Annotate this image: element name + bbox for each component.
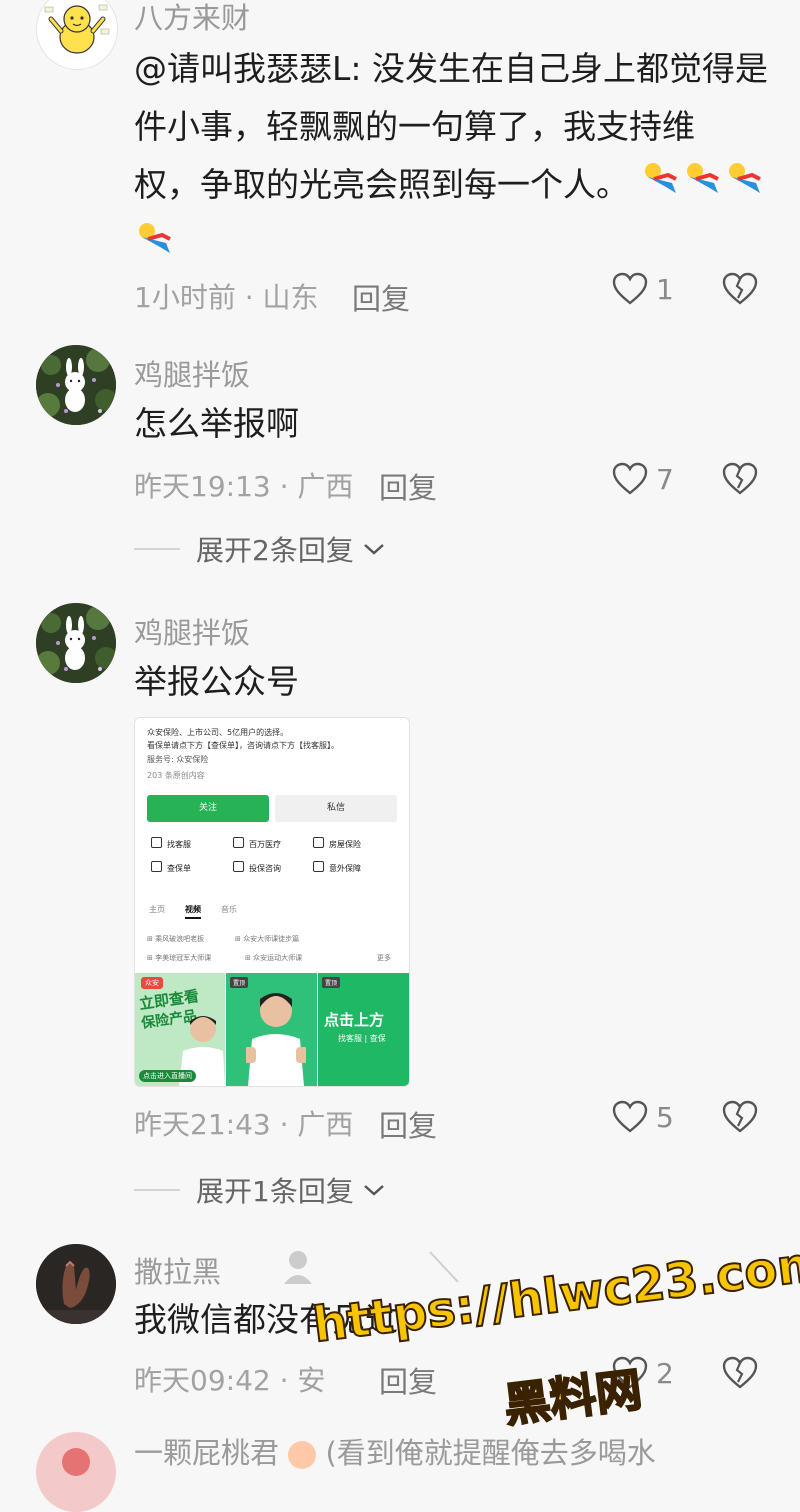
- comment-text-line: [134, 217, 774, 278]
- username[interactable]: 撒拉黑: [134, 1249, 221, 1291]
- comment-text-segment: 权，争取的光亮会照到每一个人。: [134, 165, 629, 204]
- like-count: 7: [656, 462, 674, 496]
- expand-replies-label: 展开2条回复: [196, 534, 354, 567]
- screenshot-articles: 203 条原创内容: [147, 771, 205, 780]
- username[interactable]: 鸡腿拌饭: [134, 352, 250, 394]
- username[interactable]: 一颗屁桃君 (看到俺就提醒俺去多喝水: [134, 1430, 656, 1472]
- expand-replies[interactable]: 展开1条回复: [134, 1170, 386, 1210]
- broken-heart-icon: [722, 1100, 758, 1133]
- attached-image[interactable]: 众安保险、上市公司、5亿用户的选择。 看保单请点下方【查保单】，咨询请点下方【找…: [134, 717, 410, 1087]
- comment-text: 怎么举报啊: [134, 404, 299, 443]
- reply-button[interactable]: 回复: [379, 465, 437, 507]
- emoji-icon: [640, 157, 682, 217]
- like-count: 2: [656, 1356, 674, 1390]
- dislike-button[interactable]: [722, 1100, 758, 1138]
- screenshot-playlist: ⊞ 众安运动大师课: [245, 954, 303, 962]
- avatar[interactable]: [36, 345, 116, 425]
- screenshot-playlist: ⊞ 众安大师课徒步篇: [235, 935, 300, 943]
- screenshot-thumb: 置顶: [226, 973, 317, 1086]
- screenshot-line: 众安保险、上市公司、5亿用户的选择。: [147, 728, 289, 737]
- thumb-title: 点击上方: [324, 1011, 385, 1029]
- screenshot-tab: 主页: [149, 905, 165, 914]
- heart-icon: [612, 272, 648, 305]
- screenshot-message-button: 私信: [275, 795, 397, 822]
- comment-text: 举报公众号: [134, 662, 299, 701]
- dislike-button[interactable]: [722, 272, 758, 310]
- watermark-url: https://hlwc23.com: [309, 1234, 800, 1355]
- broken-heart-icon: [722, 272, 758, 305]
- screenshot-thumb: 众安 立即查看 保险产品 点击进入直播间: [135, 973, 225, 1086]
- screenshot-service: 房屋保险: [313, 837, 361, 850]
- like-button[interactable]: 1: [612, 272, 674, 306]
- reply-button[interactable]: 回复: [379, 1103, 437, 1145]
- avatar[interactable]: [36, 0, 118, 70]
- expand-replies[interactable]: 展开2条回复: [134, 529, 386, 569]
- screenshot-tab: 音乐: [221, 905, 237, 914]
- dislike-button[interactable]: [722, 1356, 758, 1394]
- emoji-icon: [134, 217, 176, 277]
- screenshot-playlist: ⊞ 李美琼冠军大师课: [147, 954, 212, 962]
- divider: [134, 548, 180, 550]
- thumb-pin: 置顶: [322, 977, 341, 988]
- chevron-down-icon: [364, 544, 384, 555]
- like-count: 5: [656, 1100, 674, 1134]
- screenshot-service-no: 服务号: 众安保险: [147, 755, 209, 764]
- heart-icon: [612, 462, 648, 495]
- screenshot-playlist: ⊞ 乘风破浪吧老板: [147, 935, 205, 943]
- screenshot-service: 查保单: [151, 861, 191, 874]
- emoji-icon: [682, 157, 724, 217]
- thumb-bottom: 点击进入直播间: [139, 1070, 196, 1082]
- comment-2: 鸡腿拌饭 怎么举报啊 昨天19:13 · 广西 回复 7 展开2条回复: [0, 345, 800, 580]
- screenshot-follow-button: 关注: [147, 795, 269, 822]
- screenshot-service: 百万医疗: [233, 837, 281, 850]
- avatar[interactable]: [36, 603, 116, 683]
- comment-meta: 昨天19:13 · 广西: [134, 470, 354, 503]
- comment-meta: 1小时前 · 山东: [134, 281, 319, 314]
- screenshot-service: 投保咨询: [233, 861, 281, 874]
- avatar-image: [36, 1244, 116, 1324]
- username-note: (看到俺就提醒俺去多喝水: [325, 1436, 656, 1470]
- broken-heart-icon: [722, 462, 758, 495]
- chevron-down-icon: [364, 1185, 384, 1196]
- broken-heart-icon: [722, 1356, 758, 1389]
- screenshot-thumb: 置顶 点击上方 找客服 | 查保: [318, 973, 409, 1086]
- comment-1: 八方来财 @请叫我瑟瑟L: 没发生在自己身上都觉得是 件小事，轻飘飘的一句算了，…: [0, 0, 800, 330]
- avatar[interactable]: [36, 1432, 116, 1512]
- divider: [134, 1189, 180, 1191]
- dislike-button[interactable]: [722, 462, 758, 500]
- like-button[interactable]: 7: [612, 462, 674, 496]
- screenshot-service: 找客服: [151, 837, 191, 850]
- screenshot-service: 意外保障: [313, 861, 361, 874]
- screenshot-line: 看保单请点下方【查保单】，咨询请点下方【找客服】。: [147, 741, 339, 750]
- reply-button[interactable]: 回复: [379, 1359, 437, 1401]
- screenshot-more: 更多: [377, 954, 391, 962]
- comment-meta: 昨天21:43 · 广西: [134, 1108, 354, 1141]
- avatar-image: [36, 345, 116, 425]
- like-count: 1: [656, 272, 674, 306]
- username-text: 一颗屁桃君: [134, 1436, 280, 1470]
- like-button[interactable]: 5: [612, 1100, 674, 1134]
- reply-button[interactable]: 回复: [352, 276, 410, 318]
- user-badge-icon: [284, 1251, 312, 1284]
- username[interactable]: 鸡腿拌饭: [134, 610, 250, 652]
- avatar-image: [37, 0, 117, 69]
- comment-text-line: 权，争取的光亮会照到每一个人。: [134, 156, 774, 217]
- avatar-image: [36, 1432, 116, 1512]
- comment-text: @请叫我瑟瑟L: 没发生在自己身上都觉得是 件小事，轻飘飘的一句算了，我支持维 …: [134, 40, 774, 277]
- comment-text-line: 件小事，轻飘飘的一句算了，我支持维: [134, 107, 695, 146]
- thumb-badge: 众安: [141, 977, 163, 989]
- thumb-sub: 找客服 | 查保: [338, 1034, 386, 1043]
- watermark-name: 黑料网: [500, 1361, 646, 1433]
- heart-icon: [612, 1100, 648, 1133]
- comment-text-line: @请叫我瑟瑟L: 没发生在自己身上都觉得是: [134, 49, 768, 88]
- avatar-image: [36, 603, 116, 683]
- emoji-icon: [724, 157, 766, 217]
- avatar[interactable]: [36, 1244, 116, 1324]
- expand-replies-label: 展开1条回复: [196, 1175, 354, 1208]
- peach-emoji-icon: [288, 1441, 317, 1469]
- comment-meta: 昨天09:42 · 安: [134, 1364, 326, 1397]
- slash-icon: [429, 1251, 459, 1283]
- username[interactable]: 八方来财: [134, 0, 250, 37]
- screenshot-tab: 视频: [185, 904, 201, 919]
